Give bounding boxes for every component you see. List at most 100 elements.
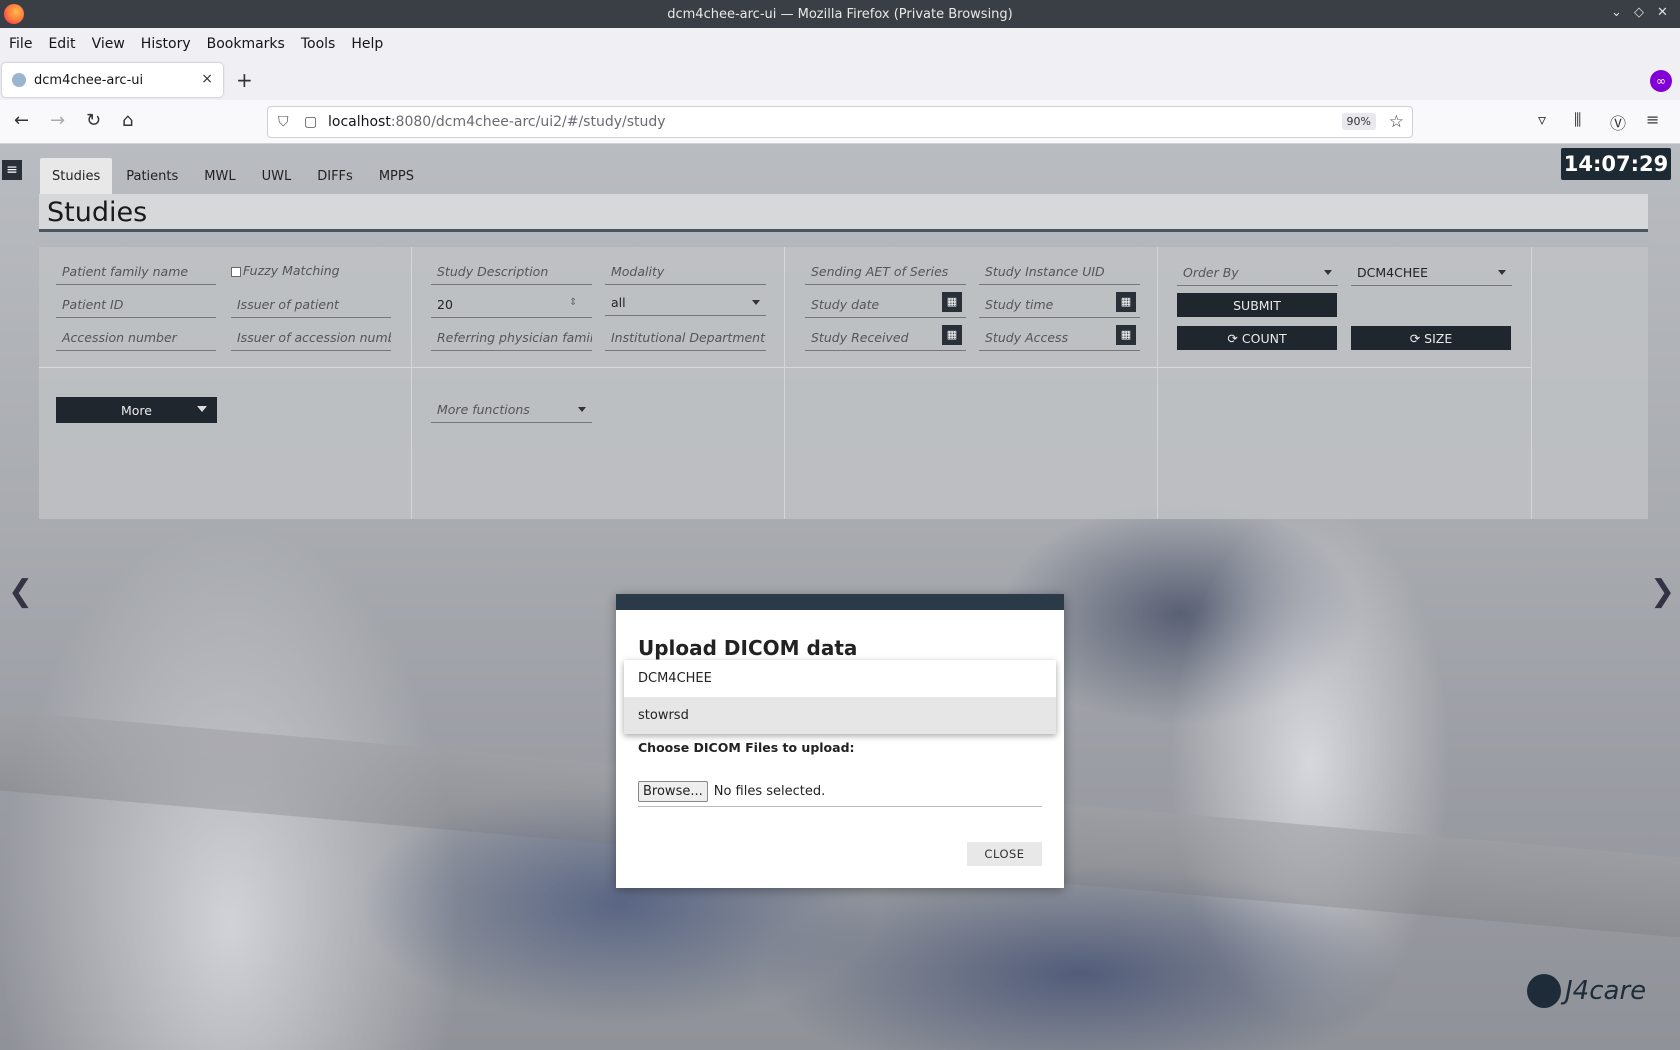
patient-family-name-input[interactable]: Patient family name <box>56 259 216 285</box>
menu-help[interactable]: Help <box>351 36 383 52</box>
sidebar-menu-icon[interactable]: ≡ <box>2 160 22 180</box>
choose-files-label: Choose DICOM Files to upload: <box>638 740 855 755</box>
refresh-icon: ⟳ <box>1227 330 1242 346</box>
window-titlebar: dcm4chee-arc-ui — Mozilla Firefox (Priva… <box>0 0 1680 28</box>
menu-bar: File Edit View History Bookmarks Tools H… <box>0 28 1680 60</box>
chevron-left-icon[interactable]: ❮ <box>8 574 33 609</box>
new-tab-button[interactable]: + <box>236 68 253 92</box>
patient-id-input[interactable]: Patient ID <box>56 292 216 318</box>
server-clock: 14:07:29 <box>1561 148 1671 180</box>
navigation-bar: ← → ↻ ⌂ ⛉ ▢ localhost:8080/dcm4chee-arc/… <box>0 100 1680 144</box>
limit-stepper[interactable]: 20 <box>431 292 592 318</box>
close-tab-icon[interactable]: × <box>201 71 213 87</box>
aet-select[interactable]: DCM4CHEE <box>1351 260 1512 286</box>
more-button[interactable]: More <box>56 397 217 423</box>
tab-uwl[interactable]: UWL <box>250 158 304 194</box>
more-functions-label: More functions <box>437 402 530 417</box>
chevron-right-icon[interactable]: ❯ <box>1650 574 1675 609</box>
menu-history[interactable]: History <box>141 36 191 52</box>
referring-physician-input[interactable]: Referring physician family <box>431 325 592 351</box>
filter-column-patient: Patient family name Fuzzy Matching Patie… <box>39 247 412 519</box>
bookmark-star-icon[interactable]: ☆ <box>1389 112 1404 132</box>
window-title: dcm4chee-arc-ui — Mozilla Firefox (Priva… <box>667 6 1013 22</box>
firefox-logo-icon <box>4 4 24 24</box>
order-by-select[interactable]: Order By <box>1177 260 1338 286</box>
reload-icon[interactable]: ↻ <box>86 110 101 131</box>
page-content: ≡ 14:07:29 Studies Patients MWL UWL DIFF… <box>0 144 1680 1050</box>
back-icon[interactable]: ← <box>14 110 29 131</box>
tab-studies[interactable]: Studies <box>40 158 113 194</box>
menu-tools[interactable]: Tools <box>301 36 336 52</box>
app-tabs: Studies Patients MWL UWL DIFFs MPPS <box>40 158 428 194</box>
j4care-logo: J4care <box>1527 974 1646 1008</box>
file-input: Browse... No files selected. <box>638 777 1042 807</box>
calendar-icon[interactable]: ▦ <box>1116 325 1136 345</box>
accession-number-input[interactable]: Accession number <box>56 325 216 351</box>
tab-mwl[interactable]: MWL <box>192 158 247 194</box>
url-bar[interactable]: ⛉ ▢ localhost:8080/dcm4chee-arc/ui2/#/st… <box>267 106 1413 138</box>
modality-select-value: all <box>611 295 626 310</box>
filter-column-study: Study Description Modality 20 ⇕ all Refe… <box>412 247 785 519</box>
dropdown-option[interactable]: DCM4CHEE <box>624 660 1056 697</box>
browser-tab-label: dcm4chee-arc-ui <box>34 72 144 88</box>
pocket-icon[interactable]: ▿ <box>1538 110 1546 129</box>
checkbox-icon[interactable] <box>231 266 241 277</box>
chevron-down-icon <box>197 406 207 412</box>
calendar-icon[interactable]: ▦ <box>942 292 962 312</box>
minimize-icon[interactable]: ⌄ <box>1611 5 1622 20</box>
sending-aet-input[interactable]: Sending AET of Series <box>805 259 966 285</box>
private-browsing-icon: ∞ <box>1650 70 1672 92</box>
page-title-bar: Studies <box>39 194 1648 232</box>
issuer-of-patient-input[interactable]: Issuer of patient <box>231 292 391 318</box>
forward-icon[interactable]: → <box>50 110 65 131</box>
dialog-title: Upload DICOM data <box>638 636 858 660</box>
tab-mpps[interactable]: MPPS <box>367 158 426 194</box>
chevron-down-icon <box>1498 270 1506 275</box>
tab-diffs[interactable]: DIFFs <box>305 158 365 194</box>
shield-icon[interactable]: ⛉ <box>278 114 289 130</box>
filter-column-actions: Order By DCM4CHEE SUBMIT ⟳ COUNT ⟳ SIZE <box>1158 247 1532 519</box>
menu-view[interactable]: View <box>92 36 125 52</box>
browse-button[interactable]: Browse... <box>638 781 708 802</box>
no-files-label: No files selected. <box>713 784 826 799</box>
divider <box>412 367 784 368</box>
page-info-icon[interactable]: ▢ <box>304 114 317 130</box>
chevron-down-icon <box>578 407 586 412</box>
divider <box>39 367 411 368</box>
fuzzy-matching-checkbox[interactable]: Fuzzy Matching <box>231 263 340 278</box>
modality-select[interactable]: all <box>605 290 766 316</box>
study-instance-uid-input[interactable]: Study Instance UID <box>979 259 1140 285</box>
count-button[interactable]: ⟳ COUNT <box>1177 326 1337 350</box>
menu-edit[interactable]: Edit <box>48 36 75 52</box>
url-host: localhost <box>328 114 391 130</box>
chevron-down-icon <box>752 300 760 305</box>
institutional-department-input[interactable]: Institutional Department N <box>605 325 766 351</box>
order-by-label: Order By <box>1183 265 1239 280</box>
more-functions-select[interactable]: More functions <box>431 397 592 423</box>
hamburger-menu-icon[interactable]: ≡ <box>1646 110 1659 129</box>
zoom-level[interactable]: 90% <box>1341 113 1376 130</box>
submit-button[interactable]: SUBMIT <box>1177 293 1337 317</box>
tab-patients[interactable]: Patients <box>114 158 190 194</box>
issuer-of-accession-input[interactable]: Issuer of accession numbe <box>231 325 391 351</box>
home-icon[interactable]: ⌂ <box>122 110 133 131</box>
menu-file[interactable]: File <box>9 36 32 52</box>
close-window-icon[interactable]: ✕ <box>1657 5 1668 20</box>
maximize-icon[interactable]: ◇ <box>1634 5 1644 20</box>
globe-icon <box>1527 974 1561 1008</box>
browser-tab[interactable]: dcm4chee-arc-ui × <box>2 63 223 97</box>
filter-panel: Patient family name Fuzzy Matching Patie… <box>39 247 1648 519</box>
filter-column-series: Sending AET of Series Study Instance UID… <box>785 247 1158 519</box>
study-description-input[interactable]: Study Description <box>431 259 592 285</box>
size-button[interactable]: ⟳ SIZE <box>1351 326 1511 350</box>
dropdown-option-selected[interactable]: stowrsd <box>624 697 1056 734</box>
page-title: Studies <box>47 197 148 228</box>
modality-input[interactable]: Modality <box>605 259 766 285</box>
calendar-icon[interactable]: ▦ <box>942 325 962 345</box>
library-icon[interactable]: ⫼ <box>1574 110 1581 130</box>
menu-bookmarks[interactable]: Bookmarks <box>207 36 285 52</box>
close-button[interactable]: CLOSE <box>967 842 1042 866</box>
calendar-icon[interactable]: ▦ <box>1116 292 1136 312</box>
extension-icon[interactable]: Ⓥ <box>1610 110 1626 134</box>
stepper-arrows-icon[interactable]: ⇕ <box>569 297 577 308</box>
